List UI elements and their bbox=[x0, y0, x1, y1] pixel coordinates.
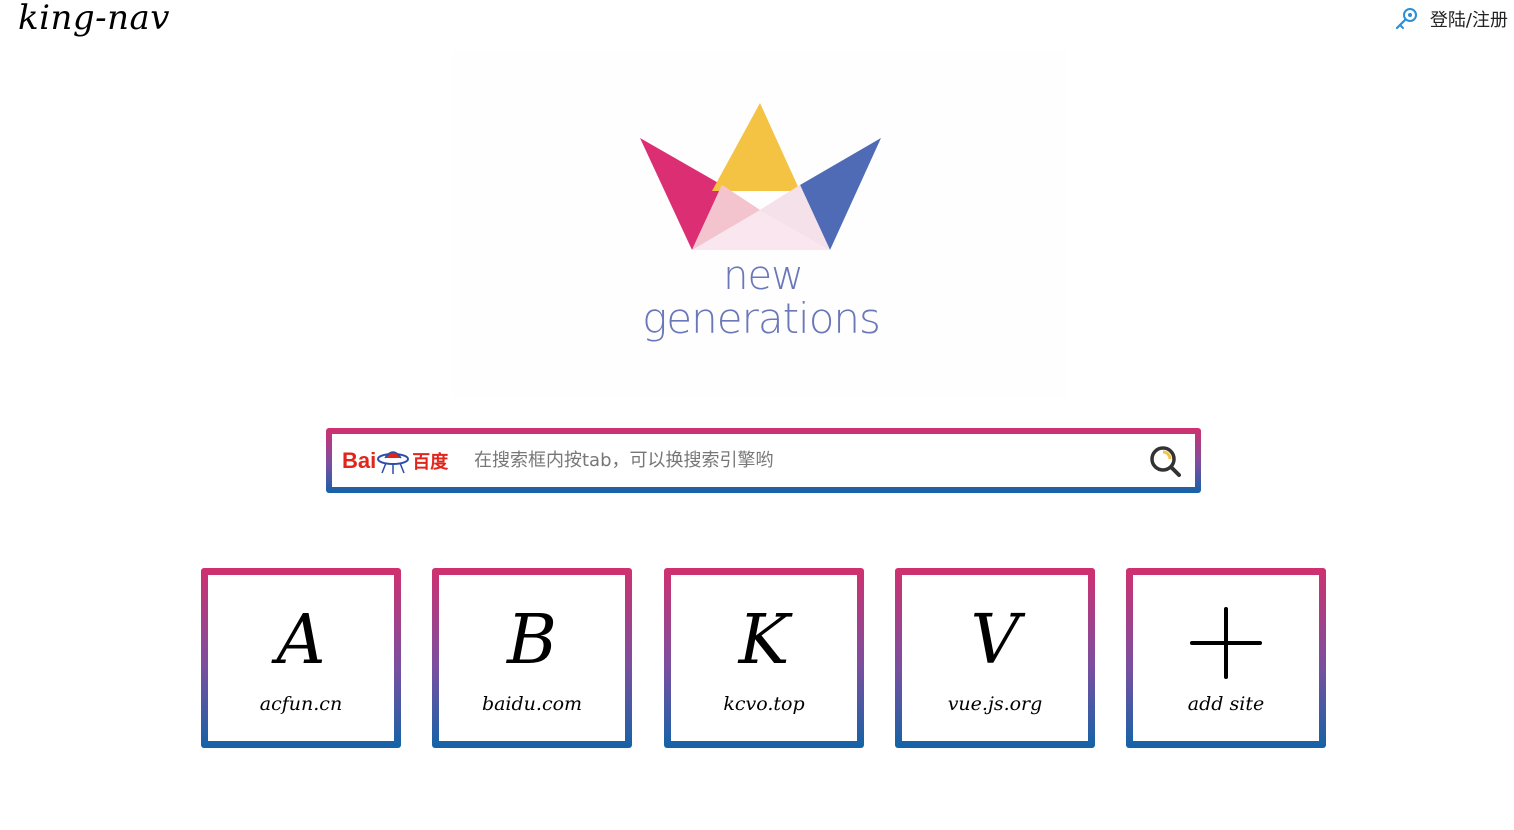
login-register-label: 登陆/注册 bbox=[1429, 10, 1508, 31]
site-tile-baidu[interactable]: B baidu.com bbox=[432, 568, 632, 748]
site-tile-body: K kcvo.top bbox=[671, 575, 857, 741]
baidu-logo-icon bbox=[377, 450, 410, 474]
engine-name-cn: 百度 bbox=[412, 451, 449, 473]
site-tiles: A acfun.cn B baidu.com K kcvo.top V vue.… bbox=[201, 568, 1326, 748]
site-tile-label: acfun.cn bbox=[259, 693, 343, 715]
search-inner: Bai 百度 bbox=[332, 434, 1195, 487]
add-site-tile[interactable]: add site bbox=[1126, 568, 1326, 748]
engine-name-latin: Bai bbox=[342, 447, 377, 473]
search-icon bbox=[1150, 445, 1181, 477]
site-tile-letter: K bbox=[738, 601, 790, 680]
login-register-link[interactable]: 登陆/注册 bbox=[1394, 6, 1508, 32]
hero-logo: new generations bbox=[452, 50, 1066, 398]
key-icon bbox=[1395, 8, 1417, 30]
search-box: Bai 百度 bbox=[326, 428, 1201, 493]
brand-title[interactable]: king-nav bbox=[18, 0, 170, 38]
add-site-label: add site bbox=[1187, 693, 1265, 715]
site-tile-kcvo[interactable]: K kcvo.top bbox=[664, 568, 864, 748]
site-tile-body: B baidu.com bbox=[439, 575, 625, 741]
site-tile-body: V vue.js.org bbox=[902, 575, 1088, 741]
site-tile-body: A acfun.cn bbox=[208, 575, 394, 741]
site-tile-letter: B bbox=[507, 601, 557, 680]
site-tile-acfun[interactable]: A acfun.cn bbox=[201, 568, 401, 748]
page: king-nav 登陆/注册 new generations Bai 百度 在搜… bbox=[0, 0, 1514, 830]
hero-word-new: new bbox=[723, 253, 804, 299]
plus-icon bbox=[1190, 607, 1262, 679]
search-engine-switch[interactable]: Bai 百度 bbox=[342, 447, 472, 475]
site-tile-letter: V bbox=[970, 601, 1020, 680]
search-input[interactable] bbox=[472, 439, 1145, 482]
hero-word-generations: generations bbox=[642, 294, 881, 343]
site-tile-label: kcvo.top bbox=[723, 693, 805, 715]
site-tile-vue[interactable]: V vue.js.org bbox=[895, 568, 1095, 748]
search-button[interactable] bbox=[1145, 441, 1185, 481]
site-tile-label: vue.js.org bbox=[947, 693, 1043, 715]
site-tile-body: add site bbox=[1133, 575, 1319, 741]
site-tile-label: baidu.com bbox=[481, 693, 583, 715]
crown-logo-icon bbox=[640, 103, 881, 250]
site-tile-letter: A bbox=[276, 601, 326, 680]
